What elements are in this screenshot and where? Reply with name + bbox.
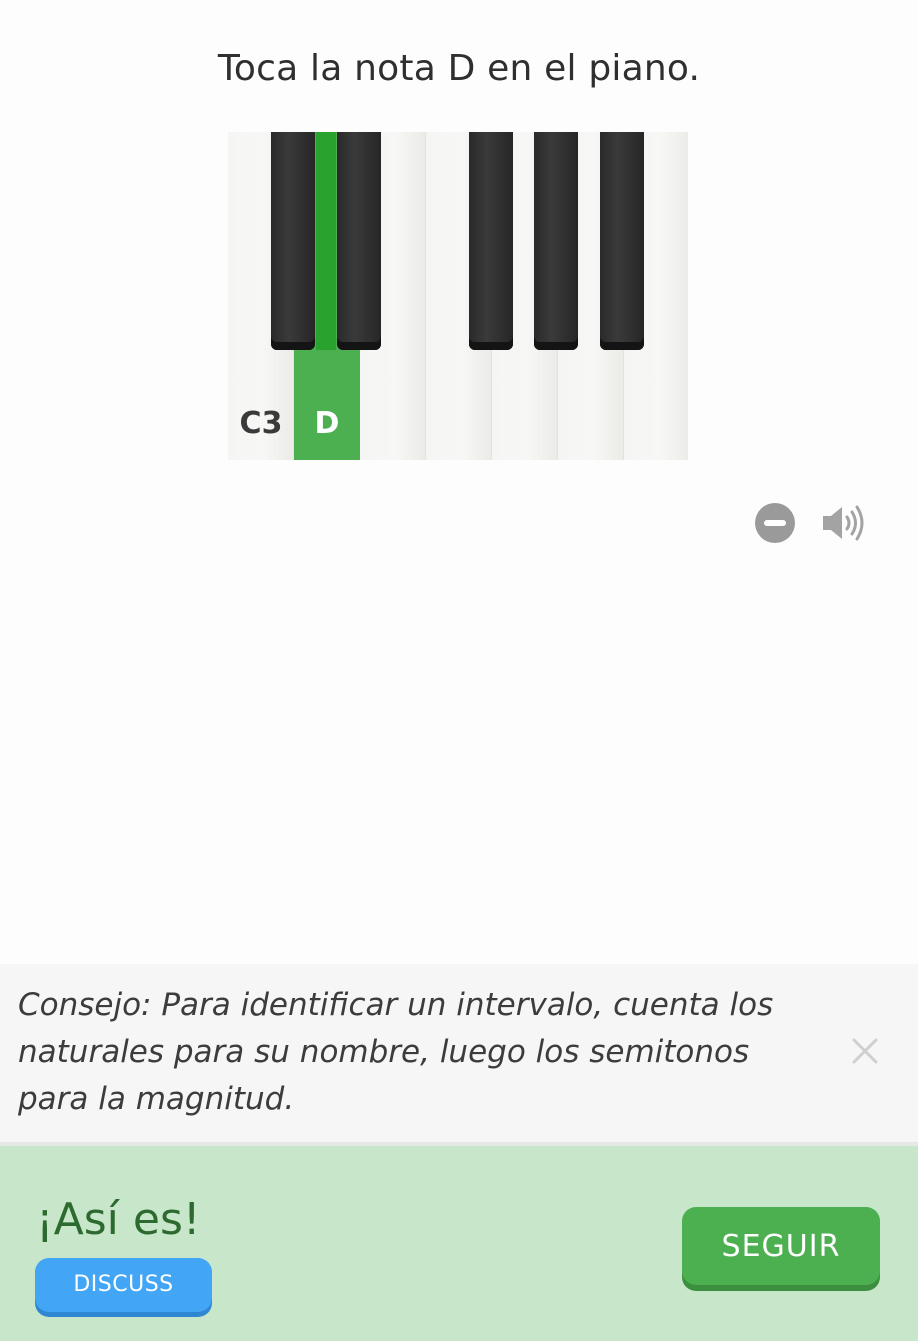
highlight-strip: [316, 132, 336, 350]
key-label-d: D: [314, 406, 340, 441]
discuss-button[interactable]: DISCUSS: [35, 1258, 212, 1312]
piano-key-f-sharp[interactable]: [469, 132, 513, 350]
piano-key-g-sharp[interactable]: [534, 132, 578, 350]
speaker-icon[interactable]: [820, 502, 872, 544]
tip-text: Consejo: Para identificar un intervalo, …: [18, 987, 774, 1117]
piano-key-a-sharp[interactable]: [600, 132, 644, 350]
minus-circle-icon[interactable]: [755, 503, 795, 543]
result-title: ¡Así es!: [36, 1194, 201, 1245]
piano-keyboard: C3 D: [228, 132, 688, 460]
tip-panel: Consejo: Para identificar un intervalo, …: [0, 964, 918, 1142]
piano-key-c-sharp[interactable]: [271, 132, 315, 350]
key-label-c3: C3: [239, 406, 283, 441]
exercise-screen: Toca la nota D en el piano. C3 D Consejo…: [0, 0, 918, 1341]
continue-button[interactable]: SEGUIR: [682, 1207, 880, 1285]
close-icon[interactable]: [850, 1036, 880, 1066]
result-bar: ¡Así es! DISCUSS SEGUIR: [0, 1146, 918, 1341]
piano-key-d-sharp[interactable]: [337, 132, 381, 350]
exercise-prompt: Toca la nota D en el piano.: [217, 48, 701, 89]
